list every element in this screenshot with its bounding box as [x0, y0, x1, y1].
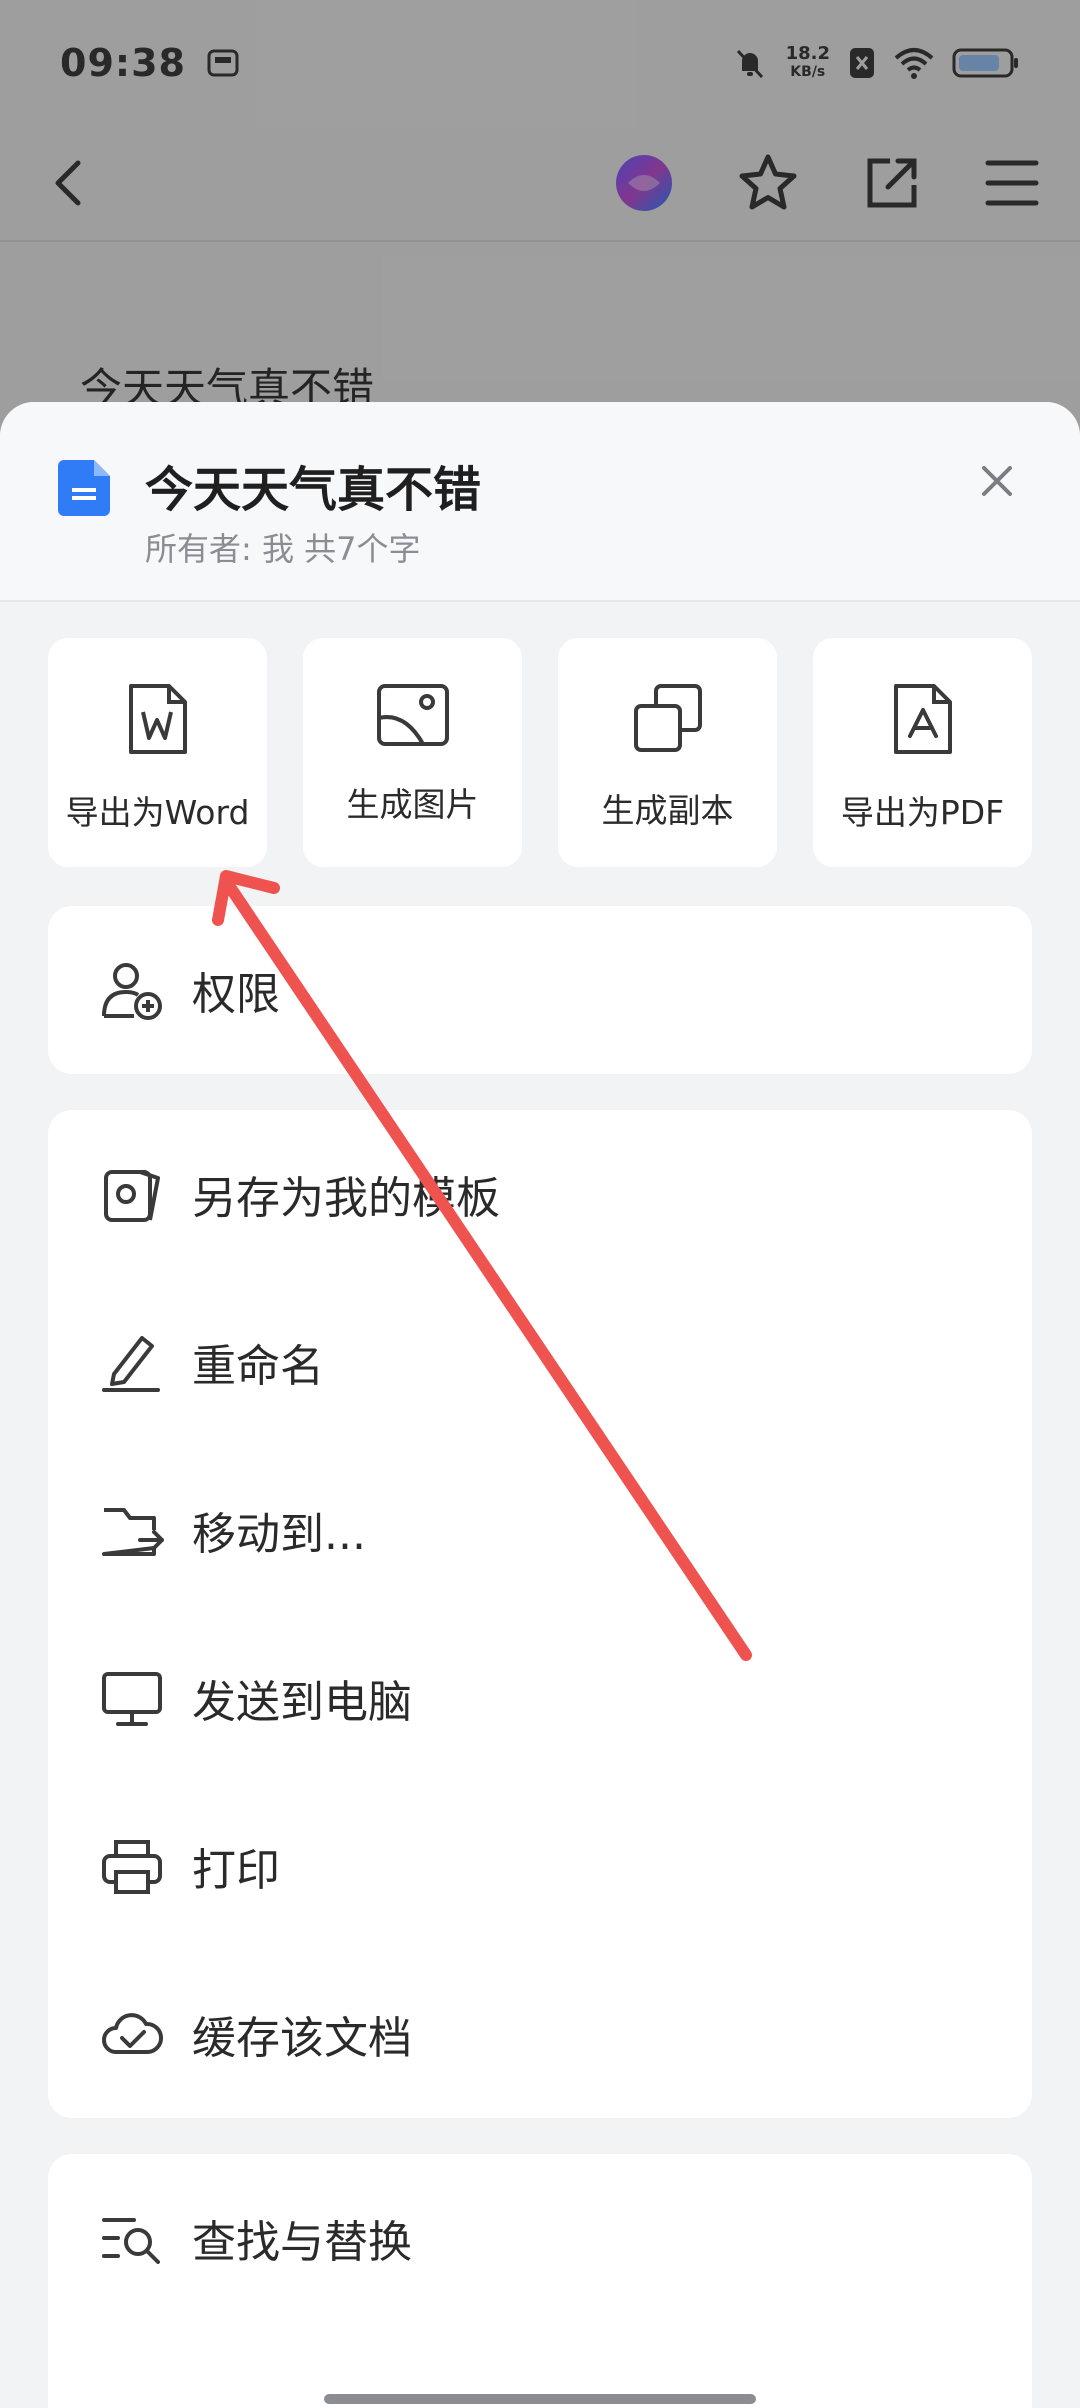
- export-word-button[interactable]: 导出为Word: [48, 638, 267, 867]
- permission-card: 权限: [48, 906, 1032, 1074]
- menu-item-label: 打印: [192, 1845, 280, 1896]
- document-icon: [58, 460, 110, 516]
- menu-item-move[interactable]: 移动到...: [48, 1446, 1032, 1614]
- find-replace-icon: [100, 2206, 164, 2270]
- image-icon: [376, 684, 449, 746]
- tile-label: 生成副本: [601, 791, 734, 830]
- quick-actions: 导出为Word 生成图片 生成副本 导出为PDF: [48, 638, 1032, 867]
- home-indicator[interactable]: [324, 2394, 756, 2404]
- menu-item-label: 另存为我的模板: [192, 1173, 500, 1224]
- sheet-header: 今天天气真不错 所有者: 我 共7个字: [0, 402, 1080, 602]
- sheet-title: 今天天气真不错: [145, 462, 482, 518]
- sheet-meta: 所有者: 我 共7个字: [145, 530, 421, 568]
- main-menu-card: 另存为我的模板 重命名 移动到... 发送到电脑 打印 缓存该文档: [48, 1110, 1032, 2118]
- user-add-icon: [100, 958, 164, 1022]
- export-pdf-button[interactable]: 导出为PDF: [813, 638, 1032, 867]
- permission-item[interactable]: 权限: [48, 906, 1032, 1074]
- menu-item-label: 移动到...: [192, 1509, 366, 1560]
- word-doc-icon: [128, 684, 187, 754]
- pdf-icon: [893, 684, 952, 754]
- menu-item-label: 重命名: [192, 1341, 324, 1392]
- printer-icon: [100, 1834, 164, 1898]
- menu-item-label: 权限: [192, 969, 280, 1020]
- menu-item-cache[interactable]: 缓存该文档: [48, 1950, 1032, 2118]
- copy-icon: [633, 684, 702, 752]
- menu-item-send-to-pc[interactable]: 发送到电脑: [48, 1614, 1032, 1782]
- generate-image-button[interactable]: 生成图片: [303, 638, 522, 867]
- tile-label: 导出为PDF: [840, 793, 1005, 832]
- menu-item-label: 查找与替换: [192, 2217, 412, 2268]
- close-icon[interactable]: [966, 450, 1028, 512]
- menu-item-label: 缓存该文档: [192, 2013, 412, 2064]
- cloud-check-icon: [100, 2002, 164, 2066]
- menu-item-print[interactable]: 打印: [48, 1782, 1032, 1950]
- template-icon: [100, 1162, 164, 1226]
- menu-item-save-template[interactable]: 另存为我的模板: [48, 1110, 1032, 1278]
- tile-label: 导出为Word: [65, 793, 250, 832]
- pen-icon: [100, 1330, 164, 1394]
- more-actions-sheet: 今天天气真不错 所有者: 我 共7个字 导出为Word 生成图片 生成副本 导出…: [0, 402, 1080, 2408]
- monitor-icon: [100, 1666, 164, 1730]
- tile-label: 生成图片: [346, 785, 479, 824]
- search-card: 查找与替换: [48, 2154, 1032, 2408]
- make-copy-button[interactable]: 生成副本: [558, 638, 777, 867]
- menu-item-rename[interactable]: 重命名: [48, 1278, 1032, 1446]
- menu-item-find-replace[interactable]: 查找与替换: [48, 2154, 1032, 2322]
- menu-item-label: 发送到电脑: [192, 1677, 412, 1728]
- folder-move-icon: [100, 1498, 164, 1562]
